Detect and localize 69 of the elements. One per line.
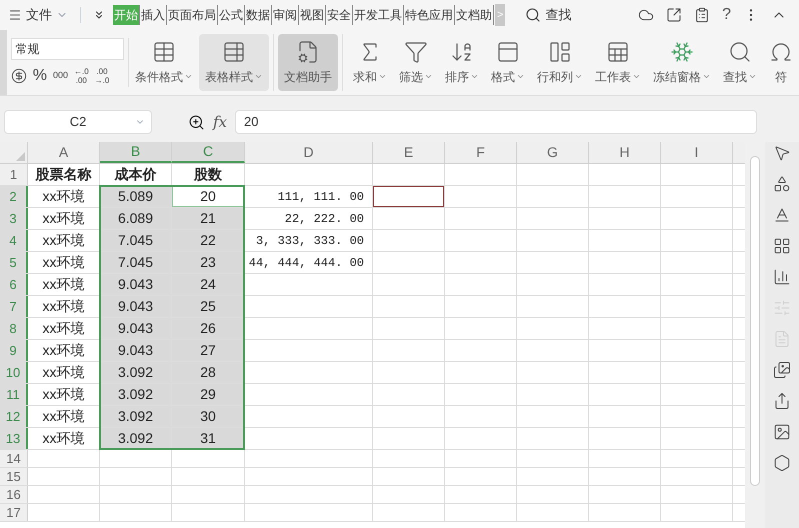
table-cell: 27 (172, 340, 245, 361)
ribbon-button[interactable]: 查找 (717, 34, 763, 91)
help-button[interactable]: ? (722, 3, 731, 27)
ribbon-button[interactable]: 冻结窗格 (647, 34, 717, 91)
table-cell: 20 (172, 186, 245, 207)
ribbon-tab[interactable]: 页面布局 (167, 5, 218, 25)
ribbon-tab[interactable]: 审阅 (272, 5, 299, 25)
table-cell: 28 (172, 362, 245, 383)
table-cell: 29 (172, 384, 245, 405)
ribbon-button[interactable]: 表格样式 (199, 34, 269, 91)
table-cell: 7.045 (100, 230, 172, 251)
row-header[interactable]: 16 (0, 486, 28, 503)
ribbon-button[interactable]: 工作表 (589, 34, 647, 91)
table-cell: 30 (172, 406, 245, 427)
name-box[interactable]: C2 (4, 110, 152, 134)
ribbon-tab[interactable]: 视图 (299, 5, 326, 25)
row-header[interactable]: 1 (0, 164, 28, 185)
ribbon-tab[interactable]: 安全 (326, 5, 353, 25)
number-format-field[interactable]: 常规 (10, 38, 124, 60)
table-cell: 21 (172, 208, 245, 229)
table-cell: 3.092 (100, 428, 172, 449)
function-label[interactable]: fx (213, 110, 228, 134)
ribbon-tab[interactable]: 插入 (140, 5, 167, 25)
ribbon-tab[interactable]: 文档助 (455, 5, 494, 25)
cell-reference: C2 (70, 113, 86, 132)
percent-button[interactable]: % (32, 64, 47, 88)
table-cell: 9.043 (100, 340, 172, 361)
table-cell: 3.092 (100, 406, 172, 427)
formula-field[interactable]: 20 (235, 110, 757, 134)
table-cell: 25 (172, 296, 245, 317)
ribbon-tab[interactable]: 特色应用 (404, 5, 455, 25)
ribbon-button[interactable]: 求和 (347, 34, 393, 91)
ribbon-tab[interactable]: 公式 (218, 5, 245, 25)
thousands-button[interactable]: 000 (52, 68, 68, 82)
column-header[interactable]: D (245, 142, 373, 163)
search-button[interactable]: 查找 (525, 5, 572, 25)
column-header[interactable]: E (373, 142, 445, 163)
table-cell: 23 (172, 252, 245, 273)
ribbon-button[interactable]: 条件格式 (129, 34, 199, 91)
ribbon-button[interactable]: 排序 (439, 34, 485, 91)
decimal-button[interactable]: .00 →.0 (94, 66, 110, 84)
column-header[interactable]: G (517, 142, 589, 163)
row-header[interactable]: 14 (0, 450, 28, 467)
table-cell: 6.089 (100, 208, 172, 229)
ribbon-tab[interactable]: 数据 (245, 5, 272, 25)
ribbon-tab[interactable]: 开发工具 (353, 5, 404, 25)
decimal-button[interactable]: ←.0 .00 (74, 66, 89, 84)
column-header[interactable]: F (445, 142, 517, 163)
ribbon-button[interactable]: 符 (763, 34, 799, 91)
table-cell: 24 (172, 274, 245, 295)
table-cell: 3.092 (100, 384, 172, 405)
table-cell: 9.043 (100, 274, 172, 295)
table-cell: 31 (172, 428, 245, 449)
table-cell: 9.043 (100, 318, 172, 339)
file-menu[interactable]: 文件 (0, 0, 76, 30)
row-header[interactable]: 17 (0, 504, 28, 521)
table-cell: 22 (172, 230, 245, 251)
ribbon-button[interactable]: 格式 (485, 34, 531, 91)
column-header[interactable]: H (589, 142, 661, 163)
ribbon-button[interactable]: 行和列 (531, 34, 589, 91)
table-cell: 7.045 (100, 252, 172, 273)
ribbon-button[interactable]: 文档助手 (278, 34, 338, 91)
ribbon-button[interactable]: 筛选 (393, 34, 439, 91)
table-cell: 26 (172, 318, 245, 339)
table-cell: 9.043 (100, 296, 172, 317)
column-header[interactable]: I (661, 142, 733, 163)
row-header[interactable]: 15 (0, 468, 28, 485)
table-cell: 3.092 (100, 362, 172, 383)
table-cell: 5.089 (100, 186, 172, 207)
